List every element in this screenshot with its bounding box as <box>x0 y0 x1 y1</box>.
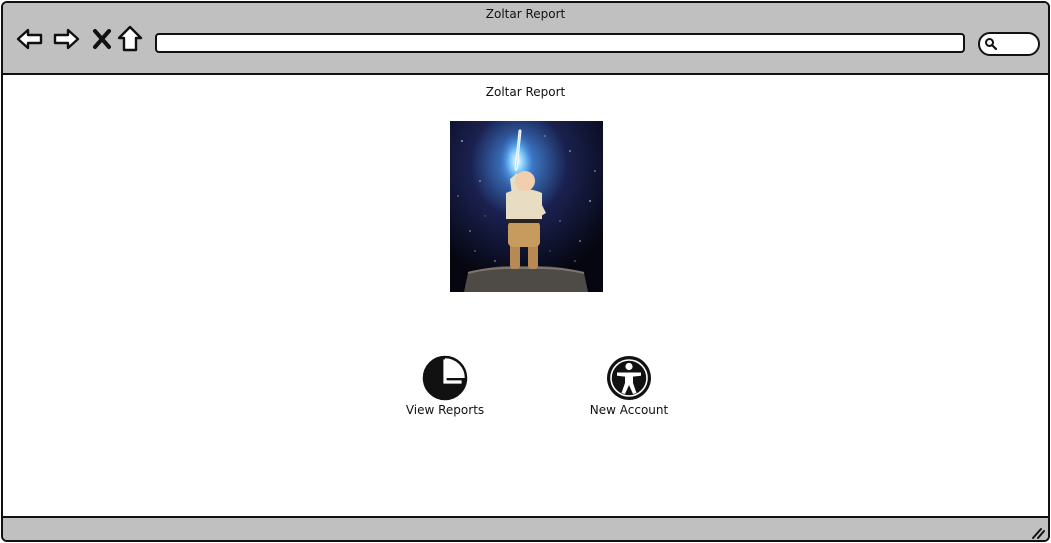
search-box[interactable] <box>978 32 1040 56</box>
address-bar[interactable] <box>155 33 965 53</box>
child-with-lightsaber-image <box>450 121 603 292</box>
page-content: Zoltar Report View Reports New Account <box>3 75 1048 516</box>
person-icon <box>607 356 651 400</box>
view-reports-label: View Reports <box>405 403 485 417</box>
clock-icon <box>422 355 468 401</box>
window-title: Zoltar Report <box>485 7 566 21</box>
page-title: Zoltar Report <box>485 85 566 99</box>
resize-grip-icon[interactable] <box>1030 526 1046 540</box>
stop-button[interactable] <box>87 25 117 53</box>
browser-toolbar: Zoltar Report <box>3 3 1048 75</box>
search-icon <box>985 38 998 51</box>
back-button[interactable] <box>15 25 45 53</box>
arrow-left-icon <box>16 28 43 50</box>
forward-button[interactable] <box>51 25 81 53</box>
browser-window: Zoltar Report Zoltar Report View Reports… <box>1 1 1050 542</box>
close-icon <box>93 29 111 49</box>
hero-image <box>450 121 603 292</box>
arrow-right-icon <box>53 28 80 50</box>
status-bar <box>3 516 1048 540</box>
view-reports-button[interactable]: View Reports <box>399 355 491 417</box>
home-button[interactable] <box>115 25 145 53</box>
new-account-label: New Account <box>589 403 669 417</box>
new-account-button[interactable]: New Account <box>583 355 675 417</box>
home-icon <box>117 25 143 52</box>
